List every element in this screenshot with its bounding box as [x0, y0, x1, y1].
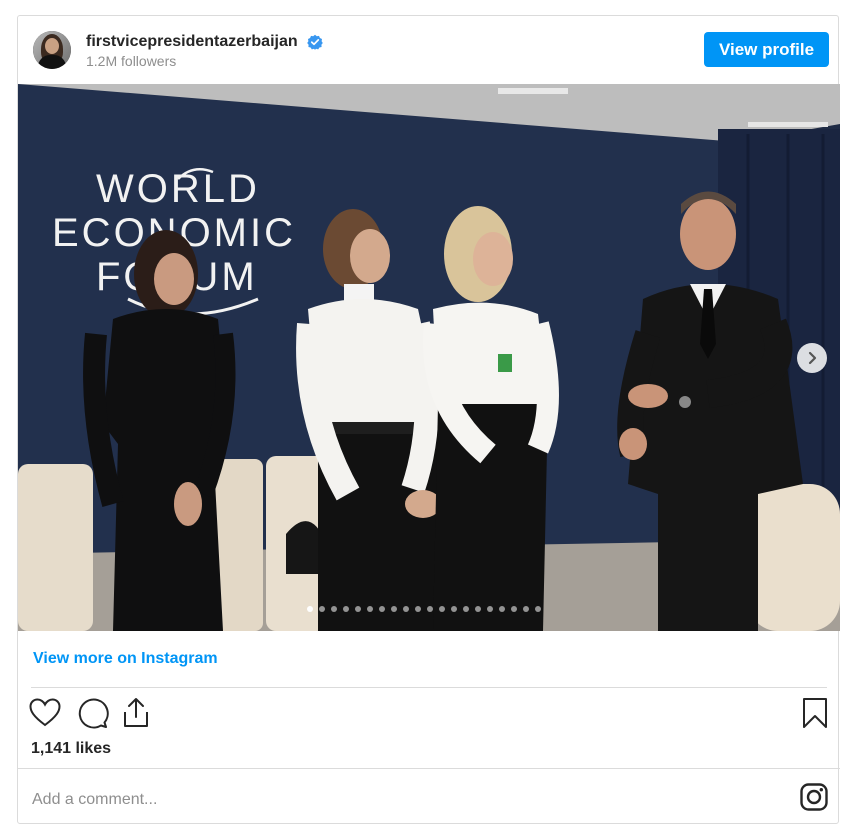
carousel-dot	[463, 606, 469, 612]
carousel-dot	[331, 606, 337, 612]
carousel-dot	[379, 606, 385, 612]
carousel-dot	[475, 606, 481, 612]
carousel-dot	[307, 606, 313, 612]
carousel-dot	[367, 606, 373, 612]
next-photo-button[interactable]	[797, 343, 827, 373]
view-profile-button[interactable]: View profile	[704, 32, 829, 67]
carousel-dot	[343, 606, 349, 612]
carousel-dot	[451, 606, 457, 612]
carousel-dot	[403, 606, 409, 612]
carousel-dot	[487, 606, 493, 612]
action-bar	[18, 696, 840, 736]
carousel-dot	[499, 606, 505, 612]
heart-icon[interactable]	[28, 696, 62, 730]
carousel-dot	[391, 606, 397, 612]
chevron-right-icon	[808, 351, 817, 365]
carousel-indicator	[307, 606, 541, 612]
carousel-dot	[535, 606, 541, 612]
carousel-dot	[319, 606, 325, 612]
username[interactable]: firstvicepresidentazerbaijan	[86, 33, 298, 51]
photo-scene: WORLD ECONOMIC FORUM	[18, 84, 840, 631]
follower-count: 1.2M followers	[86, 53, 177, 69]
carousel-dot	[355, 606, 361, 612]
verified-badge-icon	[307, 34, 323, 50]
carousel-dot	[415, 606, 421, 612]
divider	[31, 687, 827, 688]
carousel-dot	[523, 606, 529, 612]
comment-input[interactable]	[30, 786, 734, 814]
post-header: firstvicepresidentazerbaijan 1.2M follow…	[18, 16, 840, 84]
carousel-dot	[427, 606, 433, 612]
comment-icon[interactable]	[75, 696, 109, 730]
like-count[interactable]: 1,141 likes	[31, 740, 111, 758]
instagram-icon[interactable]	[799, 782, 829, 812]
bookmark-icon[interactable]	[798, 696, 832, 730]
sign-line-1: WORLD	[96, 167, 260, 211]
carousel-dot	[511, 606, 517, 612]
post-photo[interactable]: WORLD ECONOMIC FORUM	[18, 84, 840, 631]
carousel-dot	[439, 606, 445, 612]
avatar[interactable]	[33, 31, 71, 69]
divider	[18, 768, 840, 769]
share-icon[interactable]	[119, 696, 153, 730]
view-more-link[interactable]: View more on Instagram	[33, 650, 218, 668]
instagram-embed-card: firstvicepresidentazerbaijan 1.2M follow…	[17, 15, 840, 824]
